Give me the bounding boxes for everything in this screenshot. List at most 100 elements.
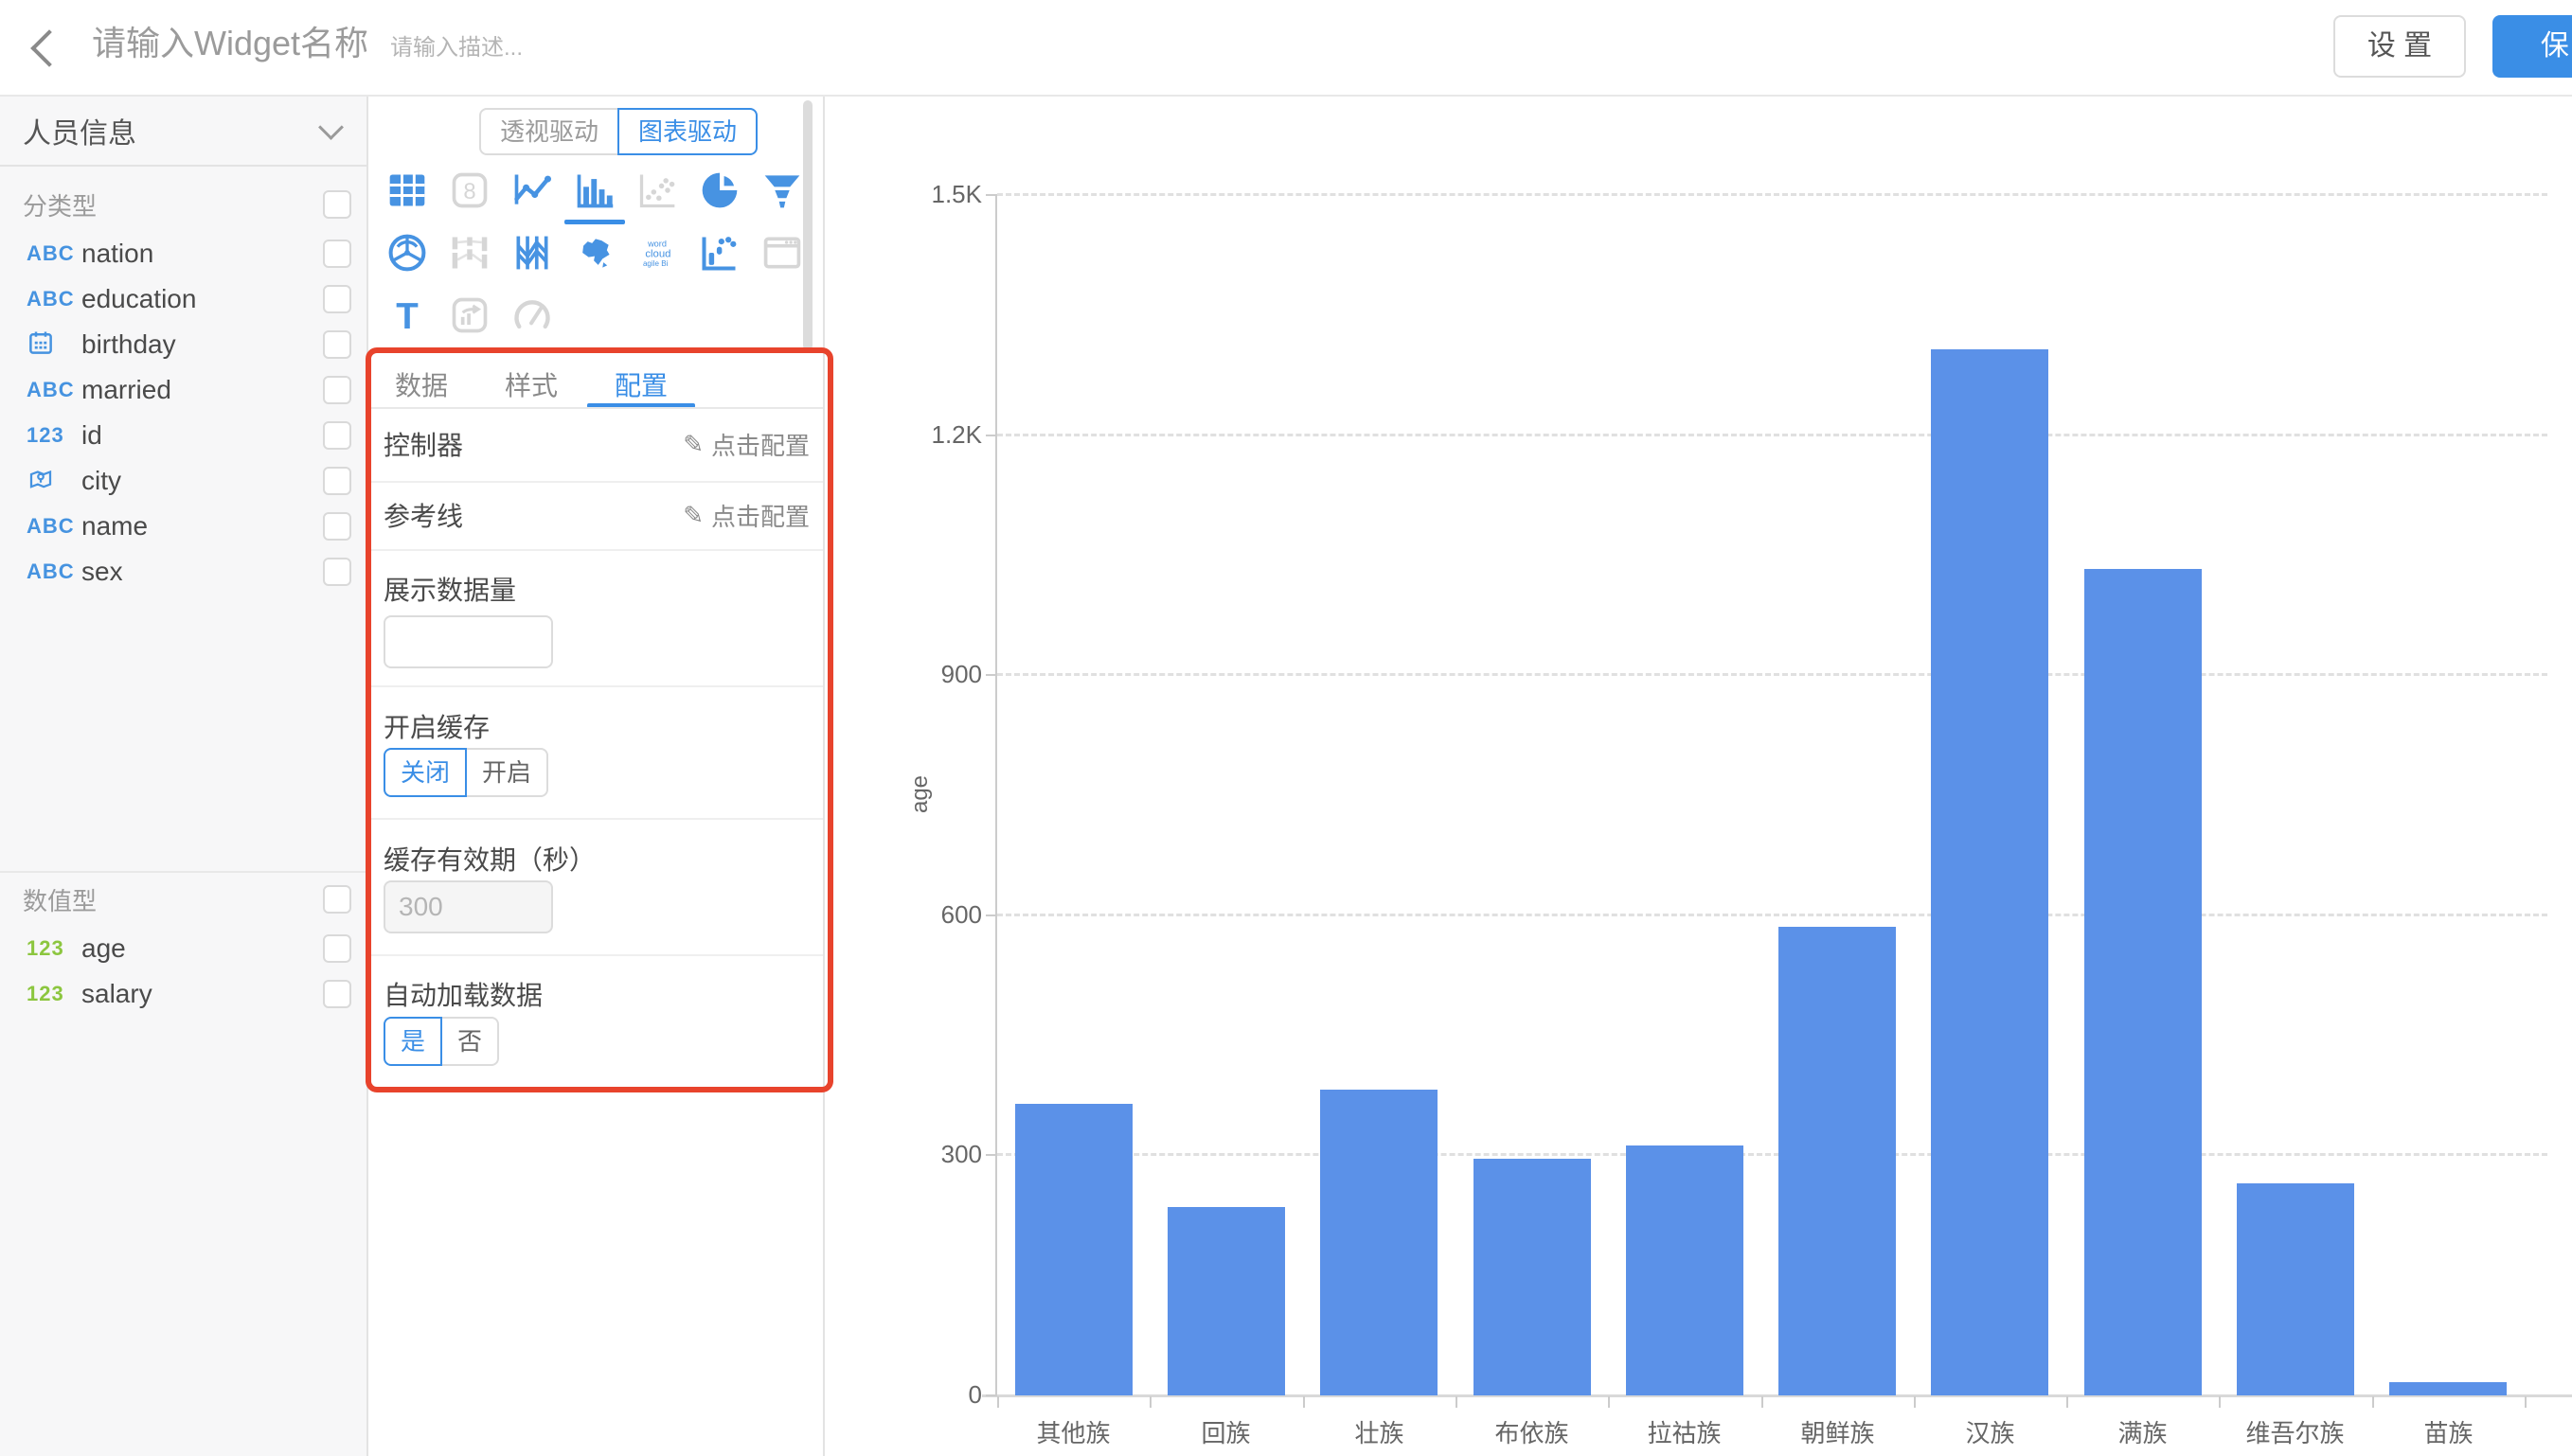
bar-回族 (1168, 1207, 1285, 1395)
tab-样式[interactable]: 样式 (476, 364, 586, 409)
field-item-name[interactable]: ABCname (0, 504, 366, 549)
pie-icon[interactable] (699, 169, 741, 211)
field-type-badge: ABC (27, 514, 80, 539)
x-tick (1456, 1396, 1457, 1408)
y-axis-title: age (907, 737, 934, 851)
china-map-icon[interactable] (574, 232, 616, 274)
field-type-badge: 123 (27, 423, 80, 448)
x-tick (1761, 1396, 1763, 1408)
driver-tab-chart[interactable]: 图表驱动 (617, 108, 758, 155)
gridline (997, 434, 2547, 436)
table-icon[interactable] (386, 169, 428, 211)
line-chart-icon[interactable] (511, 169, 553, 211)
field-checkbox[interactable] (323, 558, 351, 586)
label-chart-icon[interactable] (699, 232, 741, 274)
bar-chart-icon[interactable] (574, 169, 616, 211)
relation-icon[interactable] (449, 294, 491, 336)
settings-button[interactable]: 设 置 (2333, 15, 2466, 78)
y-tick-label: 600 (865, 900, 982, 930)
reference-configure-link[interactable]: ✎ 点击配置 (683, 498, 810, 533)
x-tick (1303, 1396, 1305, 1408)
funnel-icon[interactable] (761, 169, 803, 211)
display-count-label: 展示数据量 (384, 570, 516, 608)
field-checkbox[interactable] (323, 240, 351, 268)
field-item-birthday[interactable]: birthday (0, 322, 366, 367)
cache-ttl-row: 缓存有效期（秒） (384, 841, 810, 877)
gauge-icon[interactable] (511, 294, 553, 336)
field-item-sex[interactable]: ABCsex (0, 549, 366, 595)
field-section: 数值型123age123salary (0, 871, 366, 1017)
field-label: age (81, 933, 323, 964)
field-checkbox[interactable] (323, 467, 351, 495)
field-checkbox[interactable] (323, 330, 351, 359)
field-item-married[interactable]: ABCmarried (0, 367, 366, 413)
controller-configure-link[interactable]: ✎ 点击配置 (683, 427, 810, 462)
widget-name-input[interactable] (90, 23, 435, 64)
field-item-age[interactable]: 123age (0, 926, 366, 971)
radar-icon[interactable] (386, 232, 428, 274)
cache-option[interactable]: 开启 (465, 748, 548, 797)
field-group-header: 分类型 (0, 186, 366, 223)
field-checkbox[interactable] (323, 285, 351, 313)
text-icon[interactable]: T (386, 294, 428, 336)
bar-苗族 (2389, 1382, 2507, 1395)
field-item-nation[interactable]: ABCnation (0, 231, 366, 276)
gridline (997, 1153, 2547, 1156)
save-button[interactable]: 保 存 (2492, 15, 2572, 78)
tab-数据[interactable]: 数据 (366, 364, 476, 409)
divider (368, 685, 823, 687)
x-tick (1608, 1396, 1610, 1408)
divider (368, 1087, 823, 1089)
field-checkbox[interactable] (323, 934, 351, 963)
field-checkbox[interactable] (323, 980, 351, 1008)
field-item-id[interactable]: 123id (0, 413, 366, 458)
chart-canvas[interactable]: 03006009001.2K1.5K其他族回族壮族布依族拉祜族朝鲜族汉族满族维吾… (826, 97, 2572, 1456)
widget-description-input[interactable] (388, 34, 657, 62)
field-item-education[interactable]: ABCeducation (0, 276, 366, 322)
cache-row: 开启缓存 (384, 708, 810, 744)
x-category-label: 壮族 (1303, 1414, 1456, 1449)
sidebar-fields: 分类型ABCnationABCeducationbirthdayABCmarri… (0, 167, 366, 1017)
tab-配置[interactable]: 配置 (586, 364, 696, 409)
panel-scrollbar-thumb[interactable] (803, 100, 813, 350)
bar-满族 (2084, 569, 2202, 1395)
field-label: education (81, 284, 323, 314)
scatter-icon[interactable] (636, 169, 678, 211)
reference-line-label: 参考线 (384, 496, 463, 534)
field-group-checkbox[interactable] (323, 885, 351, 914)
iframe-icon[interactable] (761, 232, 803, 274)
kpi-card-icon[interactable]: 8 (449, 169, 491, 211)
display-count-input[interactable] (384, 615, 553, 668)
sankey-icon[interactable] (449, 232, 491, 274)
field-label: married (81, 375, 323, 405)
bar-壮族 (1320, 1090, 1438, 1395)
x-tick (2066, 1396, 2068, 1408)
divider (368, 549, 823, 551)
word-cloud-icon[interactable]: wordcloudagile Bi (636, 232, 678, 274)
autoload-option[interactable]: 是 (384, 1017, 442, 1066)
field-checkbox[interactable] (323, 512, 351, 541)
back-button[interactable] (28, 30, 66, 68)
controller-row: 控制器 ✎ 点击配置 (384, 426, 810, 462)
widget-editor: 设 置 保 存 人员信息 分类型ABCnationABCeducationbir… (0, 0, 2572, 1456)
cache-ttl-input[interactable] (384, 880, 553, 933)
x-tick (2525, 1396, 2527, 1408)
y-tick-label: 300 (865, 1140, 982, 1169)
driver-tab-pivot[interactable]: 透视驱动 (479, 108, 619, 155)
field-group-checkbox[interactable] (323, 190, 351, 219)
chevron-down-icon (318, 115, 344, 140)
cache-option[interactable]: 关闭 (384, 748, 467, 797)
field-item-salary[interactable]: 123salary (0, 971, 366, 1017)
field-checkbox[interactable] (323, 376, 351, 404)
cache-ttl-label: 缓存有效期（秒） (384, 840, 596, 878)
field-item-city[interactable]: city (0, 458, 366, 504)
parallel-icon[interactable] (511, 232, 553, 274)
gridline (997, 914, 2547, 916)
field-checkbox[interactable] (323, 421, 351, 450)
field-type-badge: ABC (27, 241, 80, 266)
autoload-option[interactable]: 否 (440, 1017, 499, 1066)
field-type-badge: 123 (27, 936, 80, 961)
field-label: birthday (81, 329, 323, 360)
y-tick-label: 1.2K (865, 420, 982, 450)
dataset-selector[interactable]: 人员信息 (0, 97, 366, 167)
